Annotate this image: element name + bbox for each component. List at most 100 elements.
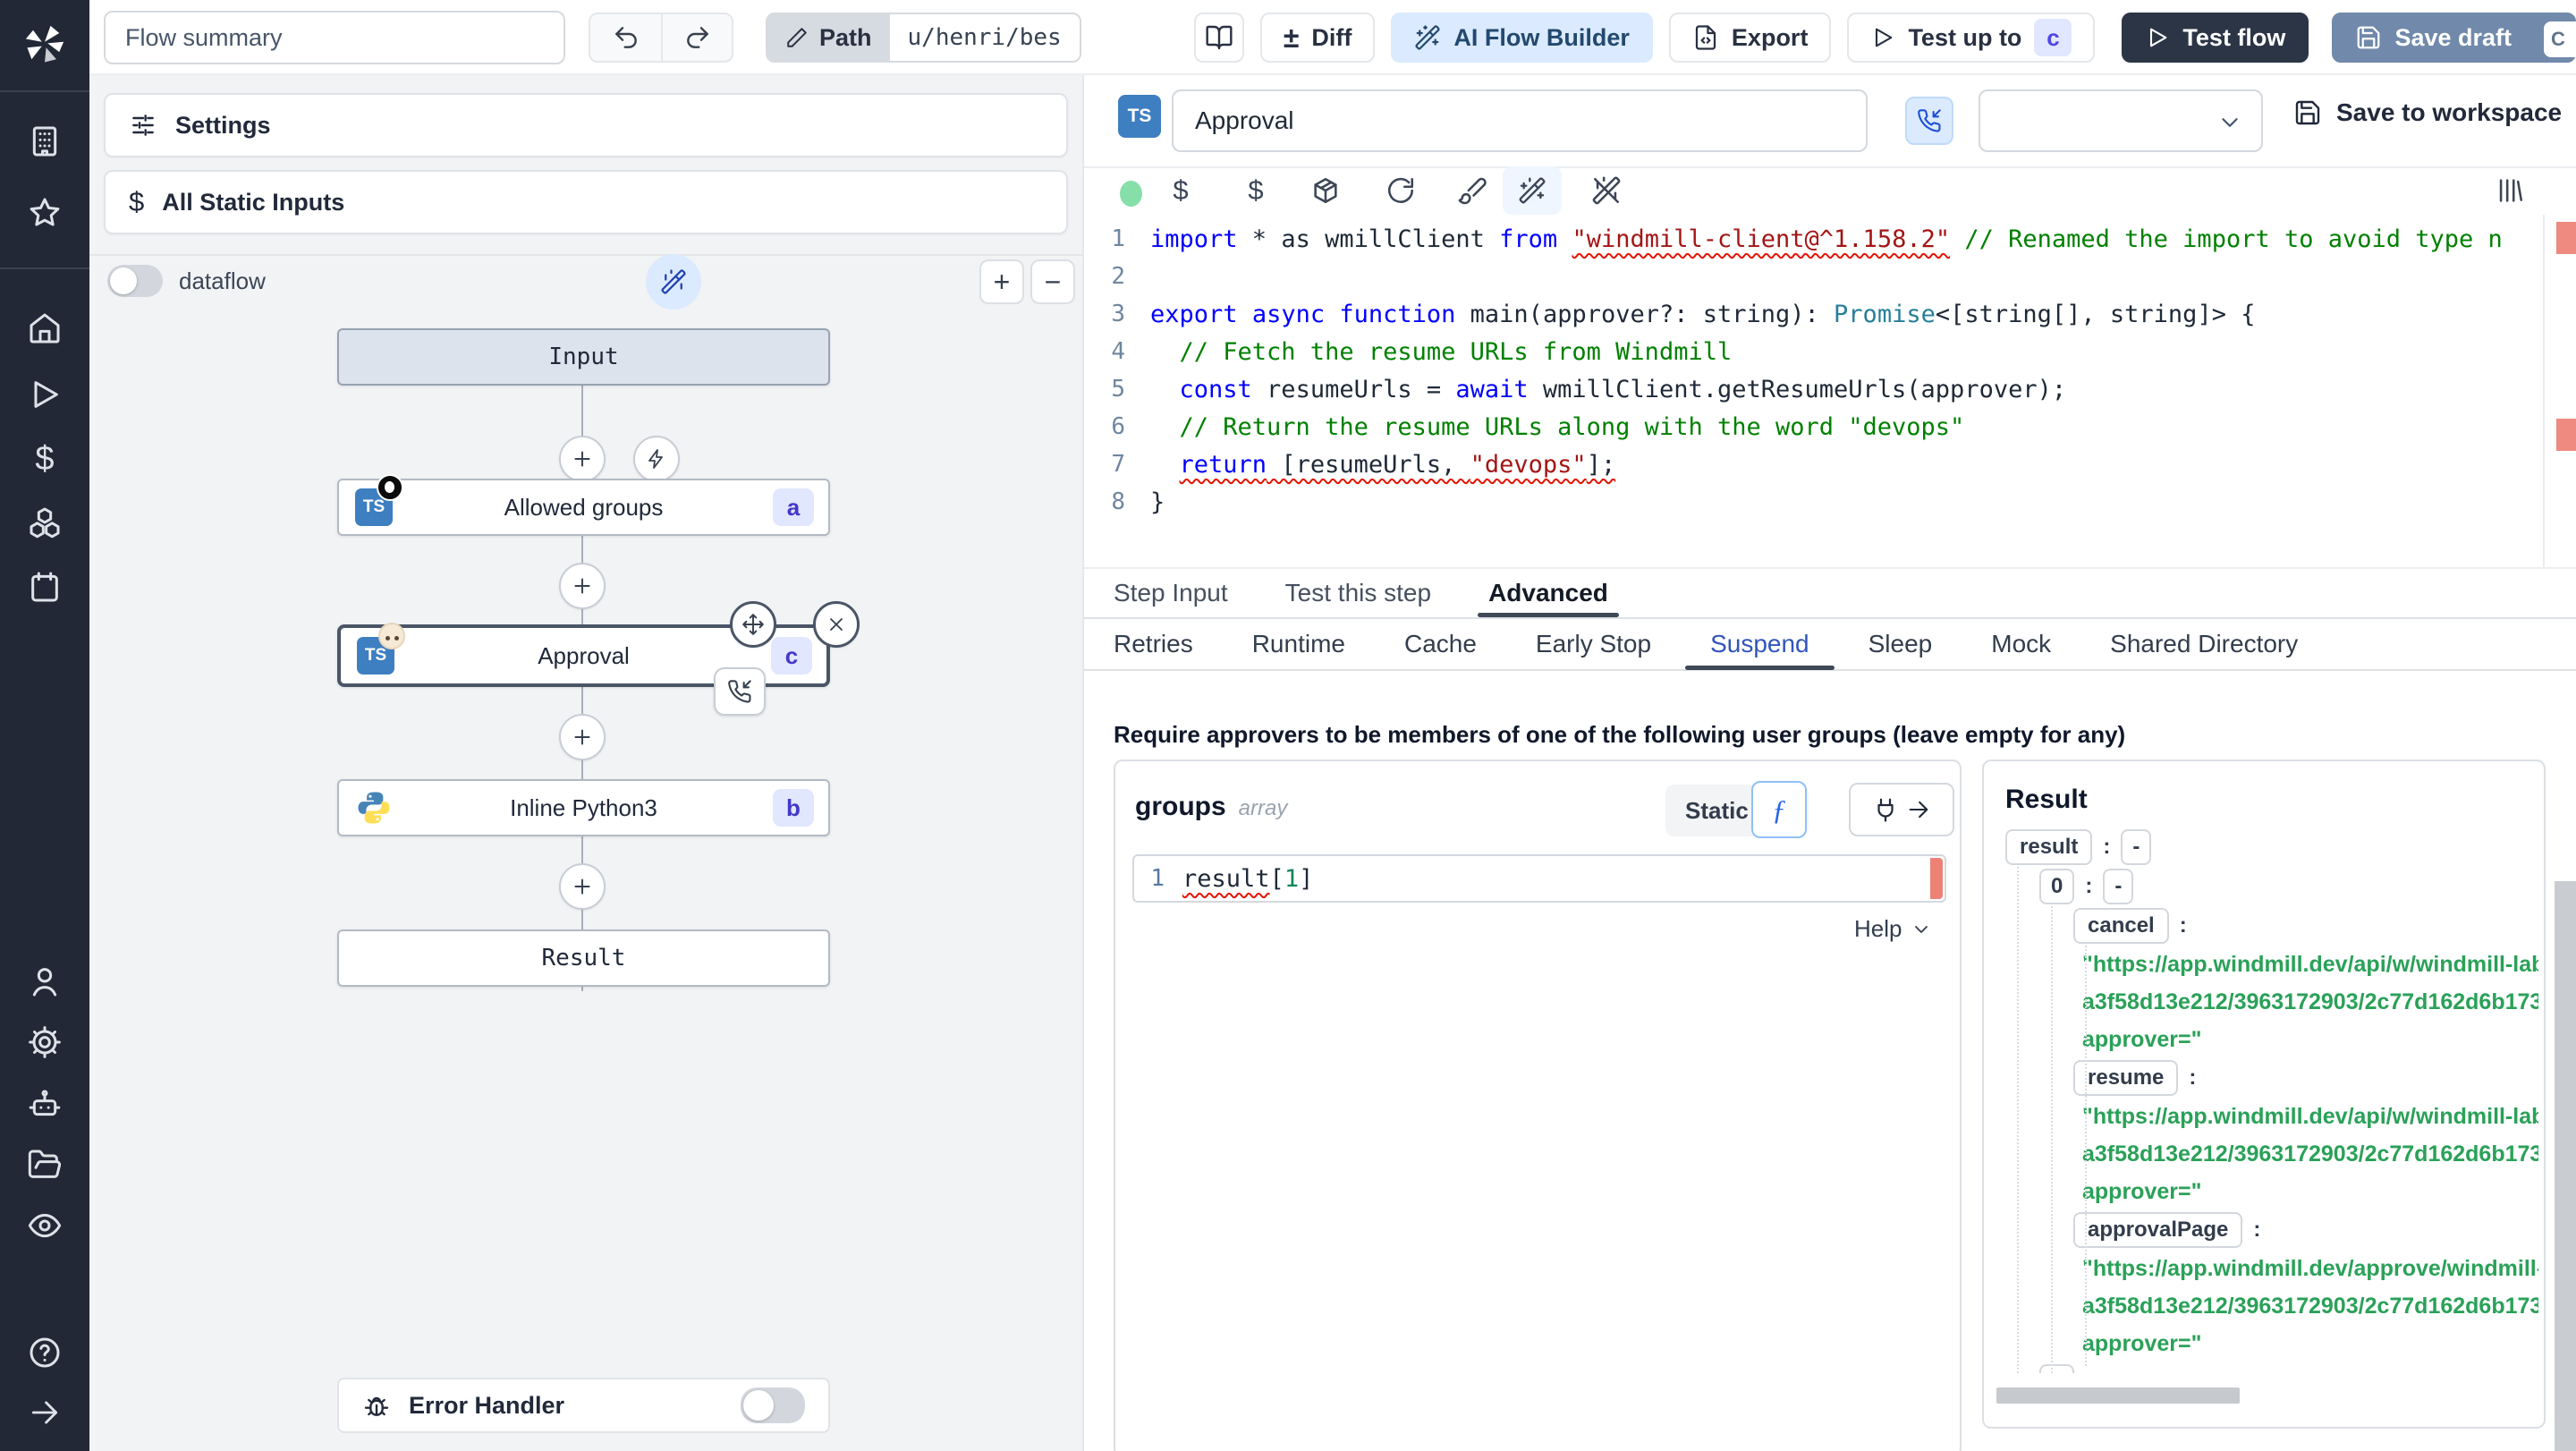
format-brush-icon[interactable] — [1451, 166, 1494, 215]
library-icon[interactable] — [2488, 166, 2531, 215]
flow-graph-panel: Settings $ All Static Inputs dataflow + … — [89, 75, 1082, 1451]
runs-icon[interactable] — [0, 377, 89, 412]
collapse-toggle[interactable]: - — [2121, 829, 2152, 865]
dollar-icon: $ — [129, 186, 145, 217]
result-key-pill[interactable]: result — [2005, 829, 2093, 865]
connect-input-button[interactable] — [1849, 783, 1954, 836]
collapse-toggle[interactable]: - — [2103, 869, 2134, 904]
result-key-pill[interactable]: approvalPage — [2073, 1212, 2243, 1248]
subtab-early-stop[interactable]: Early Stop — [1536, 618, 1651, 670]
tab-advanced[interactable]: Advanced — [1478, 569, 1619, 617]
subtab-retries[interactable]: Retries — [1114, 618, 1193, 670]
resource-picker-button[interactable]: $ — [1234, 166, 1277, 215]
result-key-pill[interactable]: cancel — [2073, 908, 2169, 944]
code-line[interactable]: 8} — [1084, 483, 2576, 521]
result-key-pill[interactable]: 0 — [2039, 869, 2075, 904]
variable-picker-button[interactable]: $ — [1159, 166, 1202, 215]
code-line[interactable]: 5 const resumeUrls = await wmillClient.g… — [1084, 370, 2576, 408]
horizontal-scrollbar[interactable] — [1996, 1387, 2240, 1404]
ai-assistant-button[interactable] — [1503, 166, 1562, 215]
sliders-icon — [132, 115, 154, 136]
variables-icon[interactable]: $ — [0, 440, 89, 479]
delete-step-button[interactable] — [813, 601, 860, 648]
users-icon[interactable] — [0, 963, 89, 999]
chevron-down-icon — [1915, 925, 1928, 933]
favorites-star-icon[interactable] — [0, 195, 89, 231]
path-button[interactable]: Path u/henri/bes — [766, 13, 1081, 63]
subtab-cache[interactable]: Cache — [1404, 618, 1477, 670]
package-icon[interactable] — [1304, 166, 1347, 215]
folders-icon[interactable] — [0, 1147, 89, 1183]
flow-node-inline-python3[interactable]: Inline Python3 b — [337, 779, 830, 836]
ai-flow-builder-button[interactable]: AI Flow Builder — [1391, 13, 1653, 63]
add-step-button[interactable] — [559, 863, 606, 910]
test-up-to-button[interactable]: Test up to c — [1847, 13, 2096, 63]
move-step-button[interactable] — [730, 601, 776, 648]
template-select[interactable] — [1979, 89, 2263, 152]
subtab-sleep[interactable]: Sleep — [1868, 618, 1933, 670]
suspend-approval-badge[interactable] — [714, 667, 766, 716]
save-draft-button[interactable]: Save draft C — [2332, 13, 2576, 63]
add-step-button[interactable] — [559, 436, 606, 482]
suspend-approval-toggle-button[interactable] — [1905, 97, 1953, 145]
code-line[interactable]: 1 import * as wmillClient from "windmill-… — [1084, 220, 2576, 258]
windmill-logo[interactable] — [0, 21, 89, 68]
code-editor[interactable]: 1 import * as wmillClient from "windmill-… — [1084, 215, 2576, 569]
resources-icon[interactable] — [0, 505, 89, 540]
dataflow-toggle[interactable] — [107, 265, 163, 297]
flow-result-node[interactable]: Result — [337, 929, 830, 987]
redo-button[interactable] — [661, 14, 732, 61]
step-name-input[interactable] — [1172, 89, 1868, 152]
subtab-shared-directory[interactable]: Shared Directory — [2110, 618, 2298, 670]
pencil-icon — [787, 28, 807, 47]
reset-icon[interactable] — [1379, 166, 1422, 215]
result-key-pill[interactable]: 1 — [2039, 1364, 2075, 1373]
workers-robot-icon[interactable] — [0, 1086, 89, 1122]
docs-button[interactable] — [1193, 13, 1244, 63]
function-mode-button[interactable]: ƒ — [1751, 781, 1807, 838]
typescript-icon: TS — [357, 623, 405, 675]
flow-node-allowed-groups[interactable]: TS Allowed groups a — [337, 474, 830, 536]
settings-gear-icon[interactable] — [0, 1024, 89, 1060]
flow-input-node[interactable]: Input — [337, 328, 830, 386]
vertical-scrollbar[interactable] — [2555, 881, 2576, 1451]
add-trigger-button[interactable] — [633, 436, 680, 482]
schedules-icon[interactable] — [0, 569, 89, 605]
collapse-sidebar-arrow-icon[interactable] — [0, 1396, 89, 1430]
error-handler-card[interactable]: Error Handler — [337, 1378, 830, 1433]
result-key-pill[interactable]: resume — [2073, 1060, 2179, 1096]
zoom-in-button[interactable]: + — [979, 259, 1024, 304]
flow-summary-input[interactable] — [104, 11, 565, 64]
minimap-separator — [2543, 215, 2545, 567]
code-line[interactable]: 4 // Fetch the resume URLs from Windmill — [1084, 333, 2576, 370]
code-line[interactable]: 3 export async function main(approver?: s… — [1084, 295, 2576, 333]
add-step-button[interactable] — [559, 563, 606, 609]
tab-step-input[interactable]: Step Input — [1114, 569, 1228, 617]
help-icon[interactable] — [0, 1335, 89, 1370]
diff-button[interactable]: ± Diff — [1259, 13, 1376, 63]
test-flow-button[interactable]: Test flow — [2122, 13, 2309, 63]
line-number: 2 — [1111, 263, 1125, 290]
wand-off-icon[interactable] — [1585, 166, 1628, 215]
error-handler-toggle[interactable] — [741, 1387, 805, 1423]
subtab-suspend[interactable]: Suspend — [1685, 618, 1835, 670]
all-static-inputs-card[interactable]: $ All Static Inputs — [104, 170, 1068, 234]
save-to-workspace-button[interactable]: Save to workspace — [2293, 98, 2562, 127]
undo-button[interactable] — [590, 14, 661, 61]
export-button[interactable]: Export — [1668, 13, 1832, 63]
code-line[interactable]: 7 return [resumeUrls, "devops"]; — [1084, 445, 2576, 483]
code-line[interactable]: 2 — [1084, 258, 2576, 295]
ai-graph-wand-button[interactable] — [646, 254, 701, 310]
zoom-out-button[interactable]: − — [1030, 259, 1075, 304]
subtab-mock[interactable]: Mock — [1991, 618, 2051, 670]
help-dropdown[interactable]: Help — [1854, 915, 1932, 943]
flow-settings-card[interactable]: Settings — [104, 93, 1068, 157]
home-icon[interactable] — [0, 310, 89, 346]
groups-expression-input[interactable]: 1 result[1] — [1132, 854, 1946, 903]
tab-test-this-step[interactable]: Test this step — [1285, 569, 1431, 617]
subtab-runtime[interactable]: Runtime — [1252, 618, 1345, 670]
code-line[interactable]: 6 // Return the resume URLs along with t… — [1084, 408, 2576, 445]
add-step-button[interactable] — [559, 714, 606, 760]
workspace-icon[interactable] — [0, 123, 89, 159]
audit-eye-icon[interactable] — [0, 1208, 89, 1243]
